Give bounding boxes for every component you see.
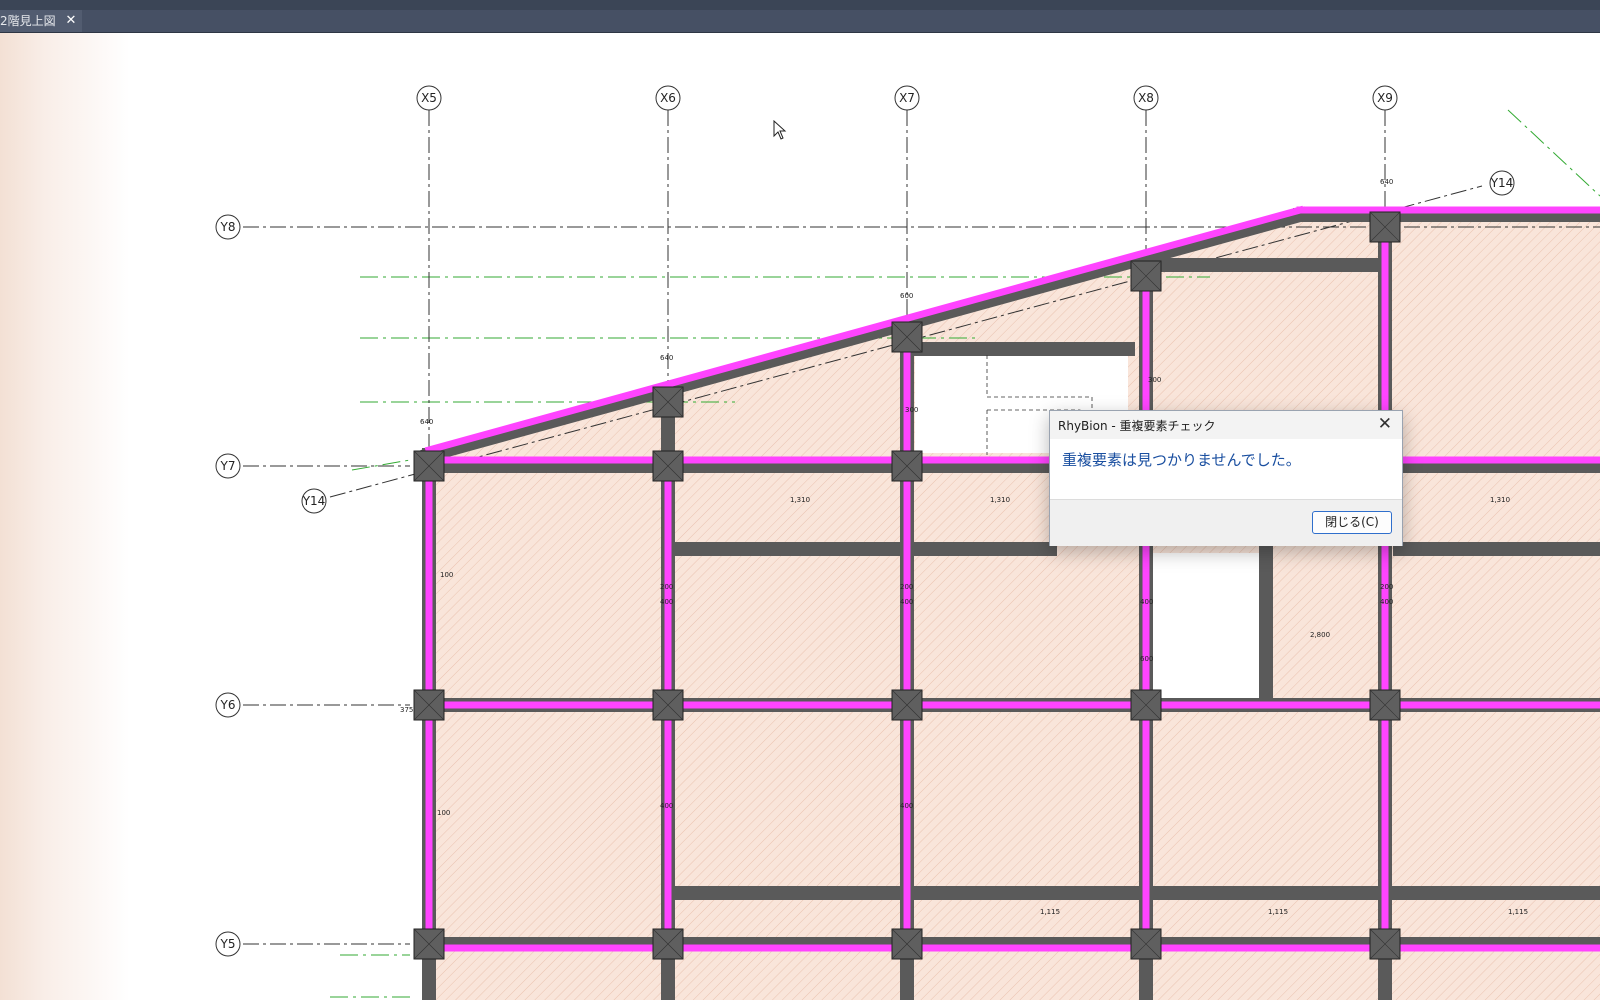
grid-bubble[interactable]: Y14 [301, 488, 327, 514]
grid-bubble-label: X6 [660, 91, 676, 105]
grid-bubble[interactable]: Y8 [215, 214, 241, 240]
grid-bubble[interactable]: X8 [1133, 85, 1159, 111]
dimension-label: 1,115 [1268, 908, 1288, 916]
dimension-label: 1,115 [1508, 908, 1528, 916]
dimension-label: 1,115 [1040, 908, 1060, 916]
grid-bubble[interactable]: Y7 [215, 453, 241, 479]
grid-bubble-label: X7 [899, 91, 915, 105]
opening [1150, 553, 1266, 705]
dimension-label: 400 [1380, 598, 1393, 606]
slab-hatch [429, 215, 1600, 1000]
tab-2f-ceiling-plan[interactable]: 2階見上図 ✕ [0, 10, 82, 32]
dimension-label: 400 [900, 598, 913, 606]
tab-label: 2階見上図 [0, 14, 56, 28]
dimension-label: 200 [900, 583, 913, 591]
dimension-label: 400 [900, 802, 913, 810]
grid-bubble[interactable]: X7 [894, 85, 920, 111]
grid-bubble[interactable]: Y6 [215, 692, 241, 718]
grid-bubble-label: Y7 [220, 459, 236, 473]
grid-bubble-label: Y14 [302, 494, 326, 508]
dimension-label: 640 [420, 418, 433, 426]
dimension-label: 2,800 [1310, 631, 1330, 639]
dialog-title: RhyBion - 重複要素チェック [1058, 419, 1216, 433]
dimension-label: 640 [1380, 178, 1393, 186]
close-icon[interactable]: ✕ [1378, 414, 1392, 434]
grid-bubble-label: Y14 [1490, 176, 1514, 190]
grid-bubble-label: X9 [1377, 91, 1393, 105]
canvas-left-shading [0, 33, 130, 1000]
dimension-label: 200 [660, 583, 673, 591]
dimension-label: 200 [1380, 583, 1393, 591]
grid-bubble[interactable]: Y5 [215, 931, 241, 957]
grid-bubble-label: Y5 [220, 937, 236, 951]
grid-bubble[interactable]: X5 [416, 85, 442, 111]
grid-bubble[interactable]: Y14 [1489, 170, 1515, 196]
grid-bubble-label: Y6 [220, 698, 236, 712]
duplicate-check-dialog: RhyBion - 重複要素チェック ✕ 重複要素は見つかりませんでした。 閉じ… [1049, 410, 1403, 546]
dimension-label: 640 [660, 354, 673, 362]
dimension-label: 600 [1140, 655, 1153, 663]
dimension-label: 375 [400, 706, 413, 714]
dimension-label: 1,310 [1490, 496, 1510, 504]
dimension-label: 600 [900, 292, 913, 300]
dimension-label: 400 [1140, 598, 1153, 606]
dimension-label: 100 [437, 809, 450, 817]
tab-bar: 2階見上図 ✕ [0, 10, 1600, 33]
grid-bubble-label: X8 [1138, 91, 1154, 105]
dimension-label: 100 [440, 571, 453, 579]
grid-bubble-label: X5 [421, 91, 437, 105]
dialog-title-bar: RhyBion - 重複要素チェック ✕ [1050, 411, 1402, 439]
title-bar [0, 0, 1600, 10]
close-icon[interactable]: ✕ [63, 10, 79, 32]
dimension-label: 1,310 [790, 496, 810, 504]
close-button[interactable]: 閉じる(C) [1312, 511, 1392, 534]
dimension-label: 400 [660, 598, 673, 606]
grid-bubble-label: Y8 [220, 220, 236, 234]
dimension-label: 300 [905, 406, 918, 414]
grid-bubble[interactable]: X9 [1372, 85, 1398, 111]
dimension-label: 300 [1148, 376, 1161, 384]
dialog-body: 重複要素は見つかりませんでした。 [1050, 439, 1402, 499]
grid-bubble[interactable]: X6 [655, 85, 681, 111]
dialog-footer: 閉じる(C) [1050, 499, 1402, 546]
dimension-label: 1,310 [990, 496, 1010, 504]
dialog-message: 重複要素は見つかりませんでした。 [1062, 451, 1301, 469]
mouse-cursor-icon [773, 120, 787, 140]
dimension-label: 400 [660, 802, 673, 810]
